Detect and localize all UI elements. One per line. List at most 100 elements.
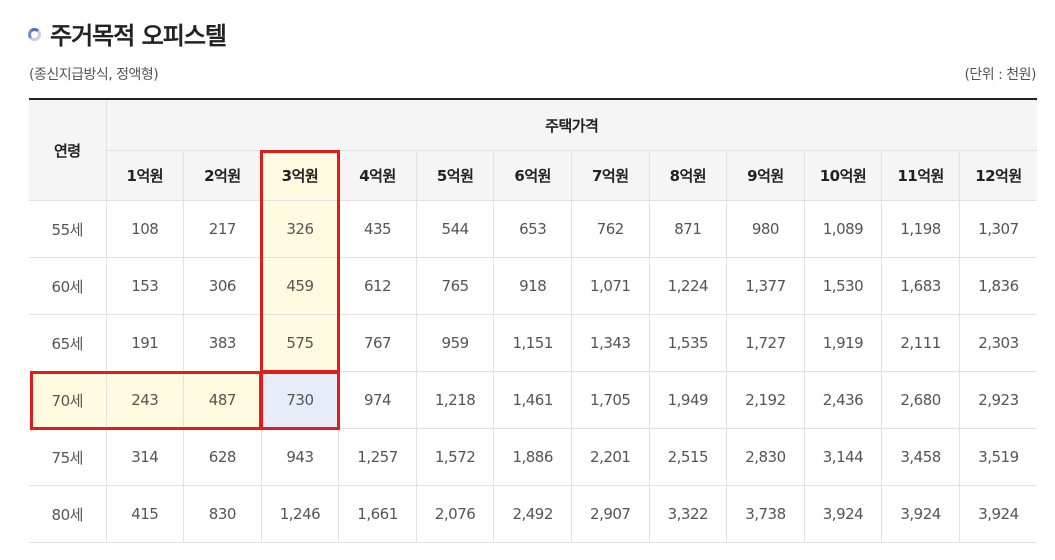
value-cell: 435 (338, 200, 417, 258)
value-cell: 1,683 (881, 257, 960, 315)
value-cell: 153 (105, 257, 184, 315)
age-cell: 55세 (29, 200, 106, 258)
table-row: 60세 153 306 459 612 765 918 1,071 1,224 1,377 1,53… (29, 257, 1038, 315)
value-cell: 383 (183, 314, 262, 372)
value-cell: 2,111 (881, 314, 960, 372)
value-cell: 959 (415, 314, 494, 372)
value-cell: 3,924 (958, 485, 1038, 543)
section-header: 주거목적 오피스텔 (28, 16, 227, 50)
value-cell: 306 (183, 257, 262, 315)
value-cell: 628 (183, 428, 262, 486)
value-cell: 2,515 (648, 428, 727, 486)
value-cell: 1,461 (493, 371, 572, 429)
value-cell: 2,830 (726, 428, 805, 486)
price-column-header: 12억원 (958, 150, 1038, 201)
price-column-header: 6억원 (493, 150, 572, 201)
value-cell: 1,727 (726, 314, 805, 372)
value-cell: 108 (105, 200, 184, 258)
value-cell: 2,923 (958, 371, 1038, 429)
value-cell: 980 (726, 200, 805, 258)
bullet-circle-icon (28, 27, 41, 41)
age-cell: 65세 (29, 314, 106, 372)
age-cell: 75세 (29, 428, 106, 486)
value-cell: 326 (260, 200, 339, 258)
age-cell: 80세 (29, 485, 106, 543)
value-cell: 612 (338, 257, 417, 315)
value-cell: 544 (415, 200, 494, 258)
price-column-header: 3억원 (260, 150, 339, 201)
value-cell: 974 (338, 371, 417, 429)
value-cell: 871 (648, 200, 727, 258)
price-column-header: 5억원 (415, 150, 494, 201)
value-cell: 3,322 (648, 485, 727, 543)
value-cell: 3,924 (803, 485, 882, 543)
unit-note: (단위 : 천원) (964, 67, 1036, 83)
value-cell: 730 (260, 371, 339, 429)
value-cell: 1,198 (881, 200, 960, 258)
price-column-header: 4억원 (338, 150, 417, 201)
value-cell: 653 (493, 200, 572, 258)
value-cell: 1,836 (958, 257, 1038, 315)
value-cell: 1,307 (958, 200, 1038, 258)
value-cell: 1,572 (415, 428, 494, 486)
value-cell: 943 (260, 428, 339, 486)
value-cell: 487 (183, 371, 262, 429)
value-cell: 575 (260, 314, 339, 372)
value-cell: 1,661 (338, 485, 417, 543)
table-row: 65세 191 383 575 767 959 1,151 1,343 1,535 1,727 1,… (29, 314, 1038, 372)
price-column-header: 7억원 (570, 150, 650, 201)
value-cell: 767 (338, 314, 417, 372)
value-cell: 459 (260, 257, 339, 315)
table-row: 55세 108 217 326 435 544 653 762 871 980 1,089 1,198… (29, 200, 1038, 258)
price-column-header: 2억원 (183, 150, 262, 201)
price-column-header: 8억원 (648, 150, 727, 201)
pension-table: 연령 주택가격 1억원 2억원 3억원 4억원 5억원 6억원 7억원 8억원 9억원 10억원 1… (29, 98, 1038, 543)
value-cell: 2,436 (803, 371, 882, 429)
value-cell: 1,530 (803, 257, 882, 315)
value-cell: 1,218 (415, 371, 494, 429)
value-cell: 2,303 (958, 314, 1038, 372)
value-cell: 1,343 (570, 314, 650, 372)
payment-method-note: (종신지급방식, 정액형) (29, 67, 159, 83)
value-cell: 1,257 (338, 428, 417, 486)
table-row: 70세 243 487 730 974 1,218 1,461 1,705 1,949 2,192… (29, 371, 1038, 429)
value-cell: 3,924 (881, 485, 960, 543)
table-row: 75세 314 628 943 1,257 1,572 1,886 2,201 2,515 2,8… (29, 428, 1038, 486)
price-column-header: 10억원 (803, 150, 882, 201)
price-column-header: 9억원 (726, 150, 805, 201)
value-cell: 2,492 (493, 485, 572, 543)
value-cell: 2,076 (415, 485, 494, 543)
value-cell: 2,201 (570, 428, 650, 486)
value-cell: 1,705 (570, 371, 650, 429)
value-cell: 1,071 (570, 257, 650, 315)
value-cell: 1,246 (260, 485, 339, 543)
price-column-header: 11억원 (881, 150, 960, 201)
value-cell: 217 (183, 200, 262, 258)
value-cell: 3,519 (958, 428, 1038, 486)
value-cell: 1,919 (803, 314, 882, 372)
value-cell: 3,458 (881, 428, 960, 486)
value-cell: 2,680 (881, 371, 960, 429)
value-cell: 765 (415, 257, 494, 315)
value-cell: 1,377 (726, 257, 805, 315)
value-cell: 1,949 (648, 371, 727, 429)
value-cell: 314 (105, 428, 184, 486)
value-cell: 1,535 (648, 314, 727, 372)
value-cell: 2,192 (726, 371, 805, 429)
value-cell: 191 (105, 314, 184, 372)
value-cell: 3,144 (803, 428, 882, 486)
age-cell: 70세 (29, 371, 106, 429)
value-cell: 918 (493, 257, 572, 315)
price-group-header: 주택가격 (105, 99, 1038, 151)
value-cell: 243 (105, 371, 184, 429)
value-cell: 415 (105, 485, 184, 543)
value-cell: 830 (183, 485, 262, 543)
value-cell: 1,224 (648, 257, 727, 315)
age-cell: 60세 (29, 257, 106, 315)
value-cell: 1,886 (493, 428, 572, 486)
value-cell: 1,151 (493, 314, 572, 372)
value-cell: 3,738 (726, 485, 805, 543)
price-column-header: 1억원 (105, 150, 184, 201)
value-cell: 1,089 (803, 200, 882, 258)
age-column-header: 연령 (29, 99, 106, 201)
